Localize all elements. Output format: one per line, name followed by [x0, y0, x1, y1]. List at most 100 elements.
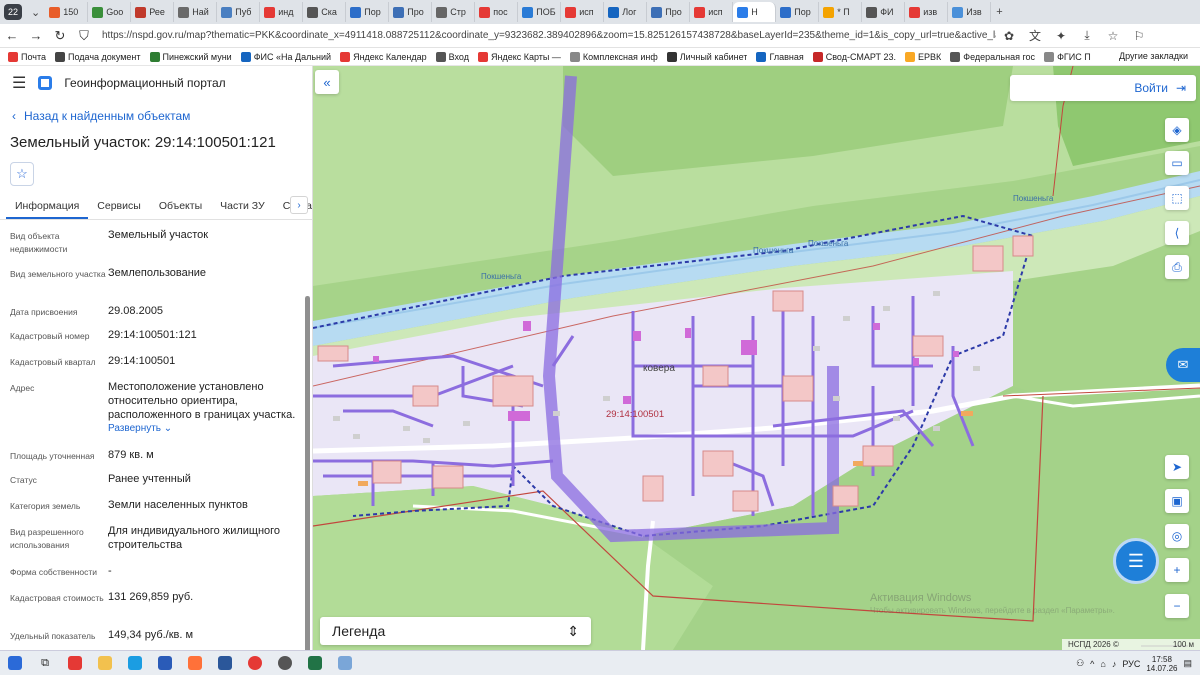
- expand-address-link[interactable]: Развернуть ⌄: [108, 422, 302, 436]
- browser-tab[interactable]: Лог: [604, 2, 648, 22]
- edge-icon[interactable]: [120, 651, 150, 676]
- bookmark-item[interactable]: Яндекс Карты —: [477, 51, 561, 62]
- info-tab[interactable]: Части ЗУ: [211, 200, 274, 219]
- forward-arrow-icon[interactable]: →: [24, 28, 48, 43]
- tabs-scroll-right-icon[interactable]: ›: [290, 196, 308, 214]
- translate-icon[interactable]: 文: [1022, 27, 1048, 44]
- profile-icon[interactable]: ⚐: [1126, 29, 1152, 43]
- chrome-icon[interactable]: [270, 651, 300, 676]
- browser-tab[interactable]: 150: [45, 2, 89, 22]
- browser-tab[interactable]: исп: [561, 2, 605, 22]
- tray-chevron-icon[interactable]: ^: [1090, 659, 1094, 669]
- select-area-button[interactable]: ⬚: [1165, 186, 1189, 210]
- print-button[interactable]: ⎙: [1165, 255, 1189, 279]
- info-tab[interactable]: Сервисы: [88, 200, 150, 219]
- bookmark-item[interactable]: ЕРВК: [904, 51, 941, 62]
- reload-icon[interactable]: ↻: [48, 28, 72, 44]
- bookmark-item[interactable]: Свод-СМАРТ 23.: [812, 51, 896, 62]
- back-to-results-link[interactable]: ‹ Назад к найденным объектам: [0, 100, 312, 132]
- zoom-in-button[interactable]: +: [1165, 558, 1189, 582]
- feedback-side-button[interactable]: ✉: [1166, 348, 1200, 382]
- browser-tab[interactable]: ФИ: [862, 2, 906, 22]
- browser-tab[interactable]: Рее: [131, 2, 175, 22]
- scrollbar-thumb[interactable]: [305, 296, 310, 650]
- search-location-button[interactable]: ◎: [1165, 524, 1189, 548]
- volume-icon[interactable]: ♪: [1112, 659, 1117, 669]
- browser-tab[interactable]: Пуб: [217, 2, 261, 22]
- excel-icon[interactable]: [300, 651, 330, 676]
- map-canvas[interactable]: Покшеньга Покшеньга Покшеньга Покшеньга …: [313, 66, 1200, 650]
- bookmark-item[interactable]: ФИС «На Дальний: [240, 51, 331, 62]
- other-bookmarks[interactable]: Другие закладки: [1119, 51, 1188, 61]
- bookmark-icon[interactable]: ☆: [1100, 29, 1126, 43]
- bookmark-item[interactable]: Главная: [756, 51, 804, 62]
- legend-dropdown[interactable]: Легенда ⇕: [320, 617, 591, 645]
- notifications-icon[interactable]: ▤: [1183, 658, 1192, 669]
- river-label-1: Покшеньга: [753, 246, 794, 255]
- browser-tab[interactable]: Про: [389, 2, 433, 22]
- collapse-panel-button[interactable]: «: [315, 70, 339, 94]
- windows-start-icon[interactable]: [0, 651, 30, 676]
- browser-tab[interactable]: ПОБ: [518, 2, 562, 22]
- firefox-icon[interactable]: [180, 651, 210, 676]
- property-value-text: 149,34 руб./кв. м: [108, 629, 194, 641]
- language-indicator[interactable]: РУС: [1122, 659, 1140, 669]
- browser-tab[interactable]: исп: [690, 2, 734, 22]
- task-view-icon[interactable]: ⧉: [30, 651, 60, 676]
- share-button[interactable]: ⟨: [1165, 221, 1189, 245]
- locate-button[interactable]: ➤: [1165, 455, 1189, 479]
- browser-tab[interactable]: Стр: [432, 2, 476, 22]
- notes-icon[interactable]: [330, 651, 360, 676]
- browser-tab[interactable]: Най: [174, 2, 218, 22]
- browser-tab[interactable]: Изв: [948, 2, 992, 22]
- browser-tab[interactable]: Пор: [776, 2, 820, 22]
- clock[interactable]: 17:58 14.07.26: [1146, 655, 1177, 673]
- info-tab[interactable]: Объекты: [150, 200, 211, 219]
- word-icon[interactable]: [210, 651, 240, 676]
- panel-scrollbar[interactable]: [305, 296, 310, 650]
- extension-icon[interactable]: ✿: [996, 29, 1022, 43]
- browser-tab[interactable]: пос: [475, 2, 519, 22]
- browser-tab[interactable]: изв: [905, 2, 949, 22]
- bookmark-item[interactable]: Вход: [435, 51, 469, 62]
- bookmark-item[interactable]: Личный кабинет: [666, 51, 747, 62]
- bookmark-item[interactable]: Пинежский муни: [149, 51, 232, 62]
- browser-tab[interactable]: Про: [647, 2, 691, 22]
- bookmark-item[interactable]: Подача документ: [55, 51, 141, 62]
- back-arrow-icon[interactable]: ←: [0, 28, 24, 43]
- yandex-icon[interactable]: [240, 651, 270, 676]
- browser-tab[interactable]: Ска: [303, 2, 347, 22]
- chat-button[interactable]: ☰: [1113, 538, 1159, 584]
- shield-icon[interactable]: ⛉: [72, 28, 96, 44]
- mail-icon[interactable]: [150, 651, 180, 676]
- bookmark-item[interactable]: Яндекс Календар: [340, 51, 427, 62]
- browser-tab[interactable]: * П: [819, 2, 863, 22]
- yandex-browser-icon[interactable]: [60, 651, 90, 676]
- bookmark-item[interactable]: Комплексная инф: [569, 51, 658, 62]
- user-icon[interactable]: ⚇: [1076, 658, 1084, 669]
- url-field[interactable]: https://nspd.gov.ru/map?thematic=PKK&coo…: [96, 27, 996, 45]
- extensions-puzzle-icon[interactable]: ✦: [1048, 29, 1074, 43]
- login-button[interactable]: Войти ⇥: [1010, 75, 1196, 101]
- basemap-button[interactable]: ▣: [1165, 489, 1189, 513]
- layers-button[interactable]: ◈: [1165, 118, 1189, 142]
- browser-tab[interactable]: инд: [260, 2, 304, 22]
- file-explorer-icon[interactable]: [90, 651, 120, 676]
- menu-icon[interactable]: ☰: [12, 73, 26, 93]
- parcel-label[interactable]: 29:14:100501: [606, 409, 664, 420]
- network-icon[interactable]: ⌂: [1100, 659, 1105, 669]
- bookmark-item[interactable]: Почта: [8, 51, 46, 62]
- measure-button[interactable]: ▭: [1165, 151, 1189, 175]
- info-tab[interactable]: Информация: [6, 200, 89, 219]
- browser-tab[interactable]: Н: [733, 2, 777, 22]
- bookmark-item[interactable]: ФГИС П: [1044, 51, 1091, 62]
- tab-list-chevron-icon[interactable]: ⌄: [26, 6, 45, 19]
- favorite-button[interactable]: ☆: [10, 162, 34, 186]
- bookmark-item[interactable]: Федеральная гос: [950, 51, 1035, 62]
- new-tab-icon[interactable]: +: [991, 6, 1007, 18]
- browser-tab[interactable]: Пор: [346, 2, 390, 22]
- downloads-icon[interactable]: ⤓: [1074, 28, 1100, 43]
- browser-tab[interactable]: Goo: [88, 2, 132, 22]
- zoom-out-button[interactable]: −: [1165, 594, 1189, 618]
- tab-count-badge[interactable]: 22: [4, 4, 22, 20]
